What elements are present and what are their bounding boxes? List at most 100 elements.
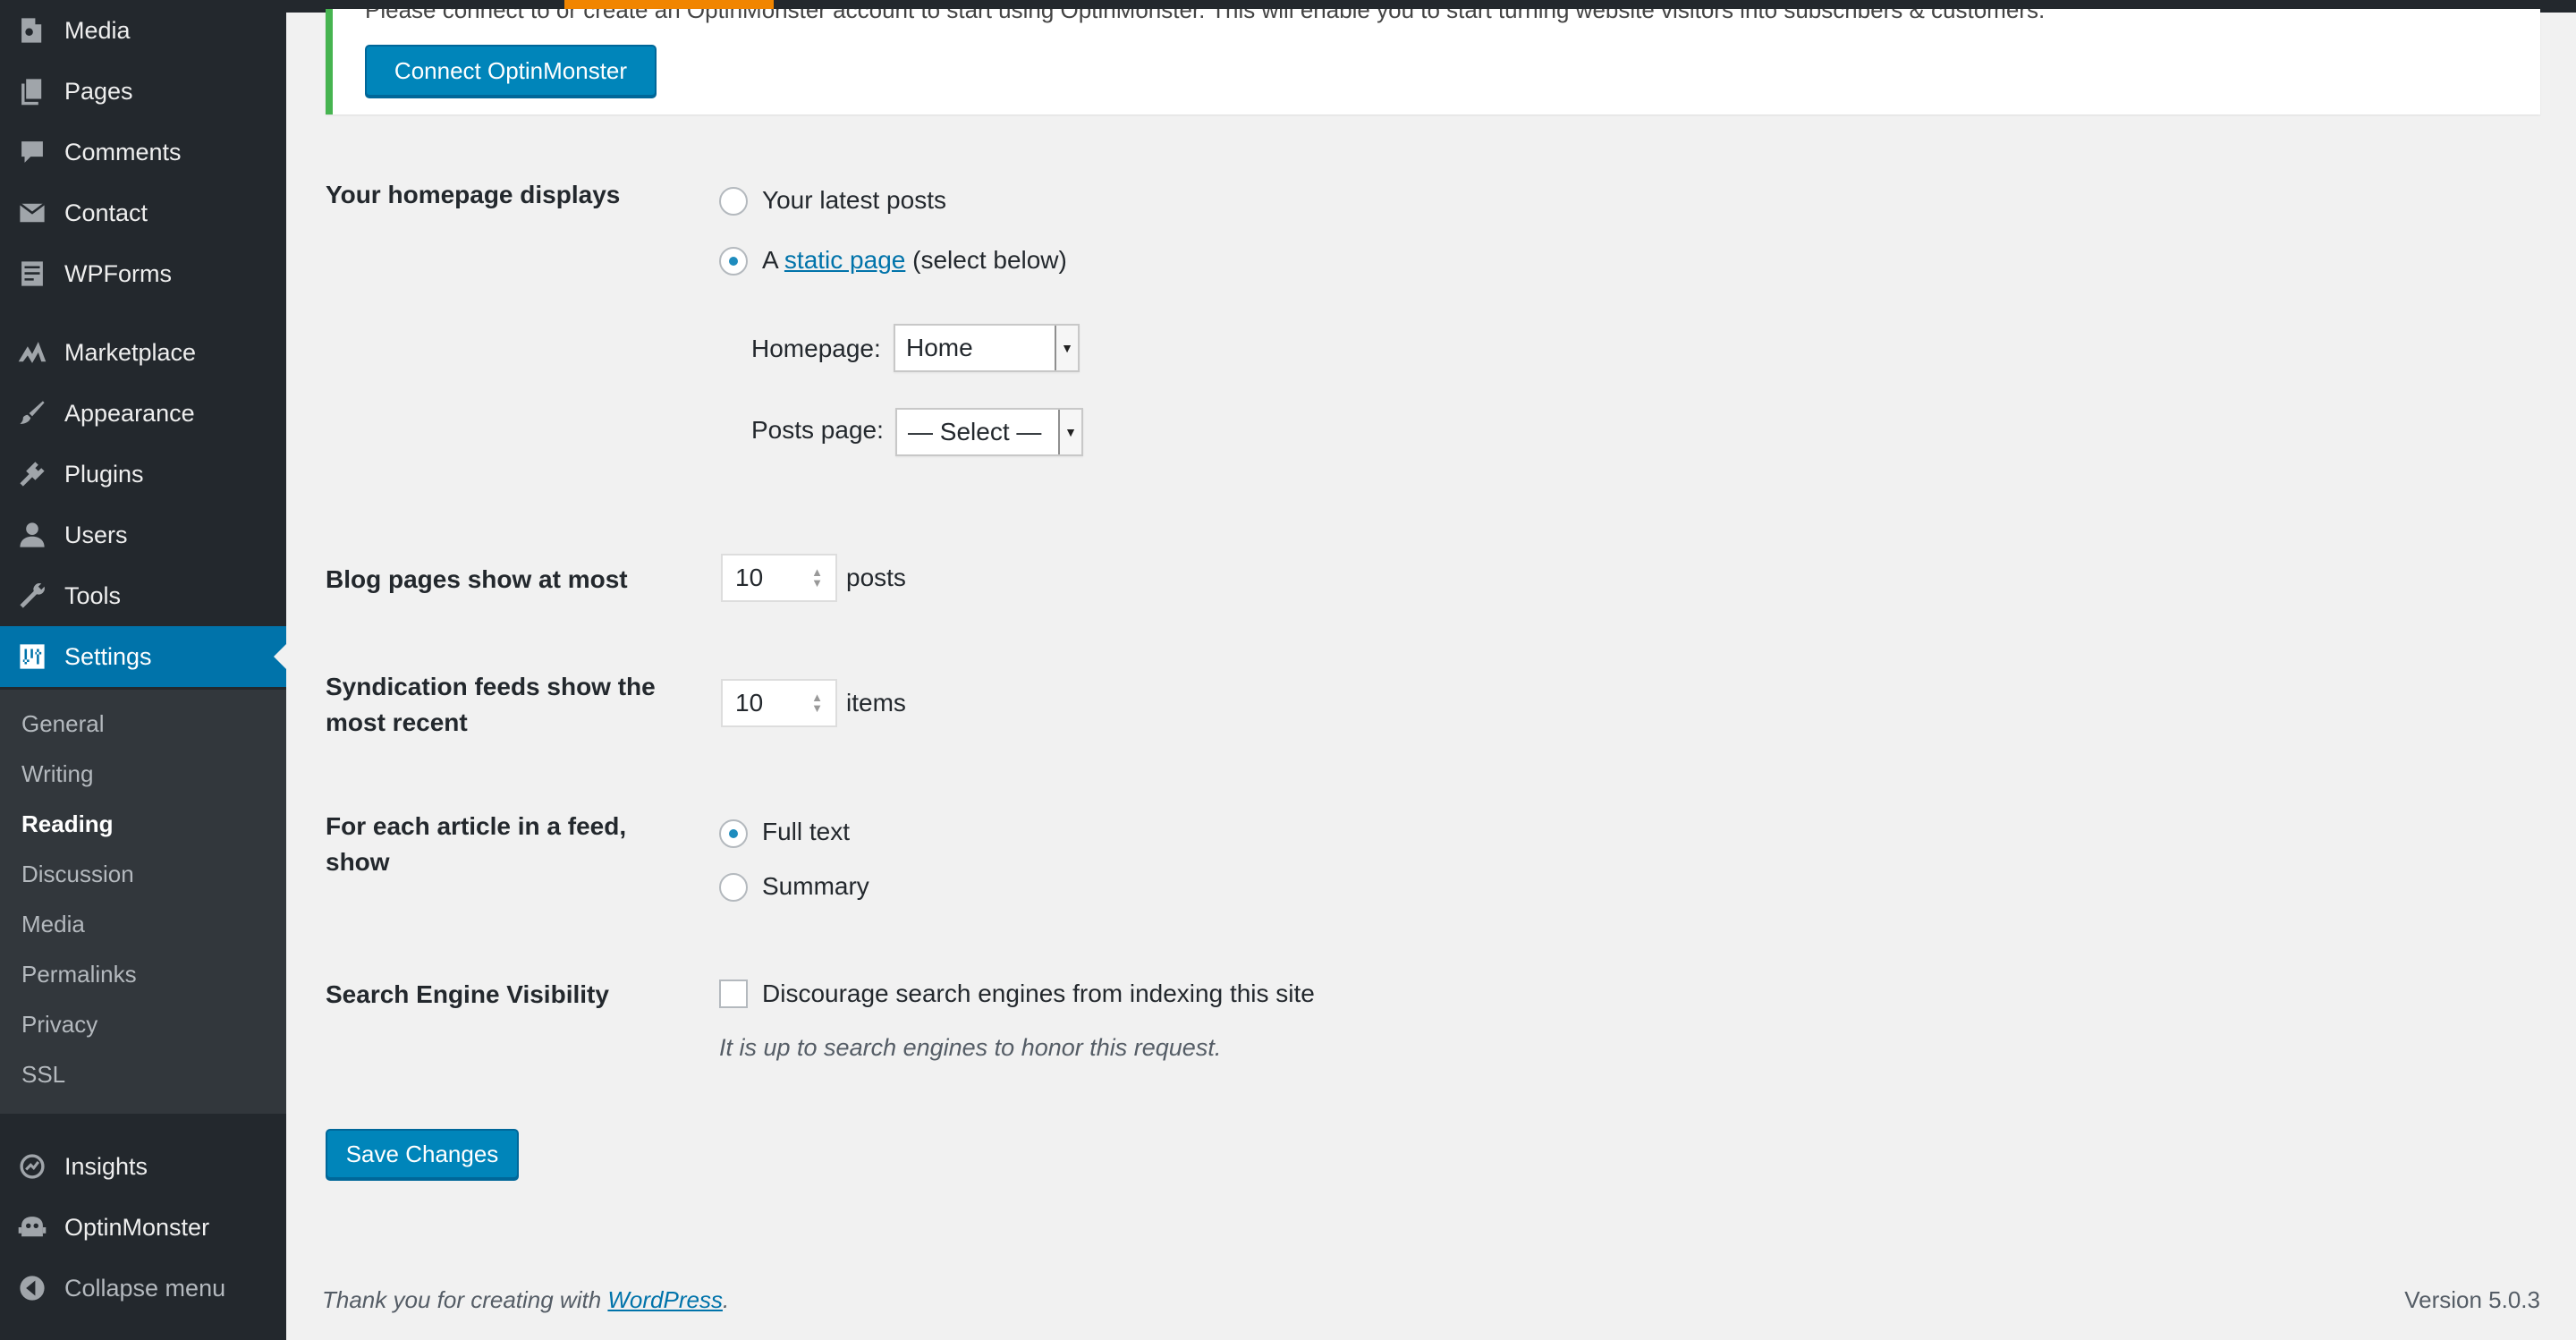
comments-icon (0, 122, 64, 182)
settings-icon (0, 626, 64, 687)
sidebar-item-label: Media (64, 16, 131, 44)
sidebar-item-media[interactable]: Media (0, 0, 286, 61)
admin-sidebar: Media Pages Comments Contact WPForms Mar… (0, 0, 286, 1340)
syndication-label: Syndication feeds show the most recent (326, 669, 656, 741)
plugin-icon (0, 444, 64, 505)
submenu-item-general[interactable]: General (0, 699, 286, 749)
submenu-item-discussion[interactable]: Discussion (0, 849, 286, 899)
version-text: Version 5.0.3 (2404, 1286, 2540, 1313)
feed-items-unit: items (846, 689, 906, 717)
chevron-down-icon: ▼ (1058, 410, 1081, 454)
submenu-item-media[interactable]: Media (0, 899, 286, 949)
radio-full-text[interactable] (719, 819, 748, 848)
feed-article-label-line1: For each article in a feed, (326, 812, 627, 840)
homepage-select[interactable]: Home ▼ (894, 324, 1080, 372)
stepper-icon[interactable]: ▲ ▼ (811, 691, 823, 714)
discourage-search-checkbox[interactable] (719, 980, 748, 1008)
footer-thanks: Thank you for creating with WordPress. (322, 1286, 729, 1314)
posts-per-page-input[interactable]: 10 ▲ ▼ (721, 554, 837, 602)
collapse-menu-button[interactable]: Collapse menu (0, 1258, 286, 1319)
sidebar-item-label: Settings (64, 642, 152, 670)
radio-full-text-label: Full text (762, 818, 851, 845)
sidebar-item-users[interactable]: Users (0, 505, 286, 565)
paintbrush-icon (0, 383, 64, 444)
posts-page-select-value: — Select — (908, 418, 1042, 445)
posts-page-select[interactable]: — Select — ▼ (895, 408, 1083, 456)
submenu-item-permalinks[interactable]: Permalinks (0, 949, 286, 999)
feed-items-input[interactable]: 10 ▲ ▼ (721, 679, 837, 727)
sidebar-item-label: WPForms (64, 259, 172, 287)
homepage-select-label: Homepage: (751, 335, 881, 362)
sidebar-item-insights[interactable]: Insights (0, 1136, 286, 1197)
radio-latest-posts-label: Your latest posts (762, 186, 946, 214)
discourage-search-label: Discourage search engines from indexing … (762, 980, 1315, 1007)
sidebar-item-label: Pages (64, 77, 133, 105)
sidebar-item-label: Marketplace (64, 338, 197, 366)
wordpress-link[interactable]: WordPress (607, 1286, 723, 1313)
chevron-down-icon: ▼ (1055, 326, 1078, 370)
sidebar-item-comments[interactable]: Comments (0, 122, 286, 182)
settings-submenu: General Writing Reading Discussion Media… (0, 690, 286, 1114)
sidebar-item-tools[interactable]: Tools (0, 565, 286, 626)
static-page-link[interactable]: static page (784, 246, 905, 274)
posts-per-page-value: 10 (735, 564, 764, 591)
sidebar-item-optinmonster[interactable]: OptinMonster (0, 1197, 286, 1258)
user-icon (0, 505, 64, 565)
radio-static-page-label: A static page (select below) (762, 242, 1067, 278)
sidebar-item-label: Plugins (64, 460, 144, 488)
radio-summary[interactable] (719, 873, 748, 902)
sidebar-item-pages[interactable]: Pages (0, 61, 286, 122)
feed-items-value: 10 (735, 689, 764, 717)
media-icon (0, 0, 64, 61)
homepage-select-value: Home (906, 334, 973, 361)
sidebar-item-label: Appearance (64, 399, 195, 427)
footer-thanks-prefix: Thank you for creating with (322, 1286, 602, 1313)
insights-icon (0, 1136, 64, 1197)
sidebar-item-label: Users (64, 521, 128, 548)
submenu-item-ssl[interactable]: SSL (0, 1049, 286, 1099)
static-page-prefix: A (762, 246, 778, 274)
blog-pages-label: Blog pages show at most (326, 565, 628, 593)
posts-per-page-unit: posts (846, 564, 906, 591)
wpforms-icon (0, 243, 64, 304)
radio-latest-posts[interactable] (719, 187, 748, 216)
sidebar-item-label: Comments (64, 138, 182, 165)
stepper-icon[interactable]: ▲ ▼ (811, 566, 823, 589)
envelope-icon (0, 182, 64, 243)
optinmonster-notice: Please connect to or create an OptinMons… (326, 9, 2540, 114)
sidebar-item-marketplace[interactable]: Marketplace (0, 322, 286, 383)
feed-article-label-line2: show (326, 848, 390, 876)
static-page-suffix: (select below) (912, 246, 1067, 274)
sidebar-item-contact[interactable]: Contact (0, 182, 286, 243)
sidebar-item-plugins[interactable]: Plugins (0, 444, 286, 505)
sidebar-item-label: Contact (64, 199, 148, 226)
submenu-item-reading[interactable]: Reading (0, 799, 286, 849)
sidebar-item-label: Insights (64, 1152, 148, 1180)
sidebar-item-appearance[interactable]: Appearance (0, 383, 286, 444)
search-visibility-label: Search Engine Visibility (326, 980, 609, 1008)
optinmonster-icon (0, 1197, 64, 1258)
collapse-icon (0, 1258, 64, 1319)
sidebar-item-label: Tools (64, 581, 122, 609)
save-changes-button[interactable]: Save Changes (326, 1129, 519, 1179)
search-visibility-description: It is up to search engines to honor this… (719, 1034, 1222, 1061)
pages-icon (0, 61, 64, 122)
sidebar-item-settings[interactable]: Settings (0, 626, 286, 687)
sidebar-item-label: OptinMonster (64, 1213, 210, 1241)
homepage-displays-label: Your homepage displays (326, 181, 621, 208)
sidebar-item-label: Collapse menu (64, 1274, 226, 1302)
syndication-label-line1: Syndication feeds show the (326, 673, 656, 700)
radio-summary-label: Summary (762, 872, 869, 900)
notice-text: Please connect to or create an OptinMons… (365, 9, 2046, 23)
sidebar-item-wpforms[interactable]: WPForms (0, 243, 286, 304)
radio-static-page[interactable] (719, 247, 748, 276)
connect-optinmonster-button[interactable]: Connect OptinMonster (365, 45, 657, 97)
feed-article-label: For each article in a feed, show (326, 809, 626, 880)
wrench-icon (0, 565, 64, 626)
syndication-label-line2: most recent (326, 708, 468, 736)
footer-thanks-suffix: . (722, 1286, 730, 1313)
posts-page-select-label: Posts page: (751, 416, 884, 444)
submenu-item-privacy[interactable]: Privacy (0, 999, 286, 1049)
submenu-item-writing[interactable]: Writing (0, 749, 286, 799)
marketplace-icon (0, 322, 64, 383)
